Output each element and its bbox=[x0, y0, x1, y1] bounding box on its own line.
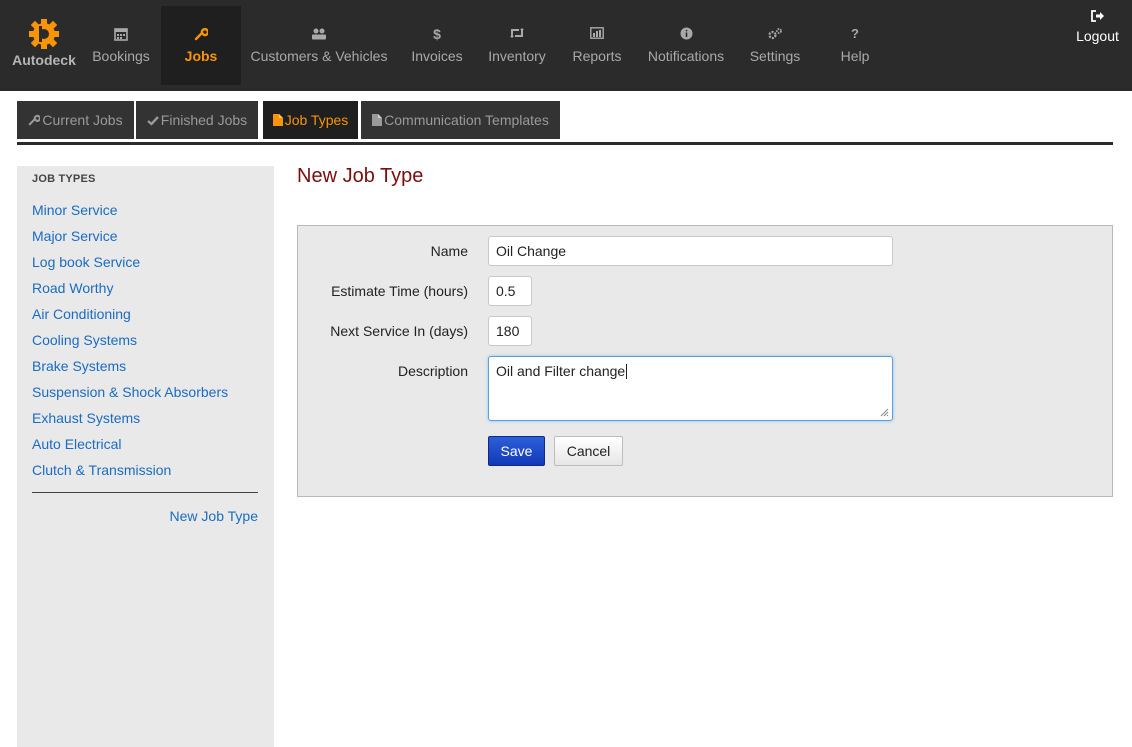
nav-label: Reports bbox=[572, 48, 622, 64]
top-navbar: Autodeck Bookings Jobs Customers & Vehic… bbox=[0, 0, 1132, 91]
sidebar-header: JOB TYPES bbox=[32, 173, 96, 185]
check-icon bbox=[147, 102, 159, 140]
tab-job-types[interactable]: Job Types bbox=[263, 101, 358, 139]
next-service-input[interactable]: 180 bbox=[488, 316, 532, 346]
sidebar-item-cooling-systems[interactable]: Cooling Systems bbox=[32, 331, 228, 357]
nav-label: Help bbox=[840, 48, 870, 64]
logout-label: Logout bbox=[1076, 28, 1119, 44]
resize-grip-icon[interactable] bbox=[880, 408, 889, 417]
info-icon bbox=[640, 27, 732, 43]
nav-item-reports[interactable]: Reports bbox=[564, 6, 630, 85]
retweet-icon bbox=[482, 27, 552, 43]
sidebar-divider bbox=[32, 492, 258, 493]
sidebar-item-exhaust-systems[interactable]: Exhaust Systems bbox=[32, 409, 228, 435]
sidebar-item-air-conditioning[interactable]: Air Conditioning bbox=[32, 305, 228, 331]
nav-item-notifications[interactable]: Notifications bbox=[640, 6, 732, 85]
text-caret bbox=[626, 364, 628, 379]
name-label: Name bbox=[430, 243, 468, 259]
nav-item-customers-vehicles[interactable]: Customers & Vehicles bbox=[246, 6, 392, 85]
tab-communication-templates[interactable]: Communication Templates bbox=[361, 101, 560, 139]
sidebar-item-major-service[interactable]: Major Service bbox=[32, 227, 228, 253]
chart-icon bbox=[564, 27, 630, 43]
sidebar-item-minor-service[interactable]: Minor Service bbox=[32, 201, 228, 227]
tab-label: Job Types bbox=[284, 112, 349, 128]
description-text: Oil and Filter change bbox=[496, 363, 626, 379]
gear-logo-icon bbox=[29, 19, 59, 49]
nav-item-jobs[interactable]: Jobs bbox=[161, 6, 241, 85]
sidebar-item-auto-electrical[interactable]: Auto Electrical bbox=[32, 435, 228, 461]
nav-label: Customers & Vehicles bbox=[250, 48, 388, 64]
nav-item-help[interactable]: ? Help bbox=[826, 6, 884, 85]
sidebar-item-brake-systems[interactable]: Brake Systems bbox=[32, 357, 228, 383]
job-types-list: Minor Service Major Service Log book Ser… bbox=[32, 201, 228, 487]
save-button[interactable]: Save bbox=[488, 436, 545, 466]
nav-label: Invoices bbox=[411, 48, 463, 64]
tab-label: Finished Jobs bbox=[160, 112, 248, 128]
nav-label: Settings bbox=[749, 48, 801, 64]
brand-name: Autodeck bbox=[12, 52, 76, 68]
dollar-icon: $ bbox=[433, 26, 441, 42]
new-job-type-link[interactable]: New Job Type bbox=[170, 508, 258, 524]
file-icon bbox=[372, 102, 383, 140]
tab-label: Current Jobs bbox=[42, 112, 123, 128]
sidebar-item-clutch-transmission[interactable]: Clutch & Transmission bbox=[32, 461, 228, 487]
sidebar-item-log-book-service[interactable]: Log book Service bbox=[32, 253, 228, 279]
next-service-label: Next Service In (days) bbox=[330, 323, 468, 339]
sidebar-item-suspension-shock-absorbers[interactable]: Suspension & Shock Absorbers bbox=[32, 383, 228, 409]
description-label: Description bbox=[397, 363, 468, 379]
page-title: New Job Type bbox=[297, 165, 424, 187]
cogs-icon bbox=[742, 27, 808, 43]
calendar-icon bbox=[83, 27, 159, 43]
tab-finished-jobs[interactable]: Finished Jobs bbox=[136, 101, 258, 139]
tab-current-jobs[interactable]: Current Jobs bbox=[17, 101, 134, 139]
nav-item-invoices[interactable]: $ Invoices bbox=[404, 6, 470, 85]
tab-label: Communication Templates bbox=[384, 112, 549, 128]
job-types-sidebar: JOB TYPES Minor Service Major Service Lo… bbox=[17, 166, 274, 747]
nav-item-bookings[interactable]: Bookings bbox=[83, 6, 159, 85]
sidebar-item-road-worthy[interactable]: Road Worthy bbox=[32, 279, 228, 305]
nav-label: Notifications bbox=[647, 48, 725, 64]
cancel-button[interactable]: Cancel bbox=[554, 436, 623, 466]
nav-label: Jobs bbox=[184, 48, 218, 64]
file-icon bbox=[272, 102, 283, 140]
estimate-time-label: Estimate Time (hours) bbox=[331, 283, 468, 299]
name-input[interactable]: Oil Change bbox=[488, 236, 893, 266]
wrench-icon bbox=[161, 27, 241, 43]
description-textarea[interactable]: Oil and Filter change bbox=[488, 356, 893, 421]
logout-button[interactable]: Logout bbox=[1070, 6, 1125, 50]
signout-icon bbox=[1070, 10, 1125, 22]
tab-divider bbox=[17, 142, 1113, 145]
nav-label: Bookings bbox=[92, 48, 150, 64]
job-type-form: Name Oil Change Estimate Time (hours) 0.… bbox=[297, 225, 1113, 497]
nav-item-inventory[interactable]: Inventory bbox=[482, 6, 552, 85]
nav-label: Inventory bbox=[488, 48, 546, 64]
estimate-time-input[interactable]: 0.5 bbox=[488, 276, 532, 306]
brand[interactable]: Autodeck bbox=[0, 0, 88, 91]
wrench-icon bbox=[28, 102, 42, 140]
nav-item-settings[interactable]: Settings bbox=[742, 6, 808, 85]
users-icon bbox=[246, 27, 392, 43]
question-icon: ? bbox=[851, 26, 859, 41]
